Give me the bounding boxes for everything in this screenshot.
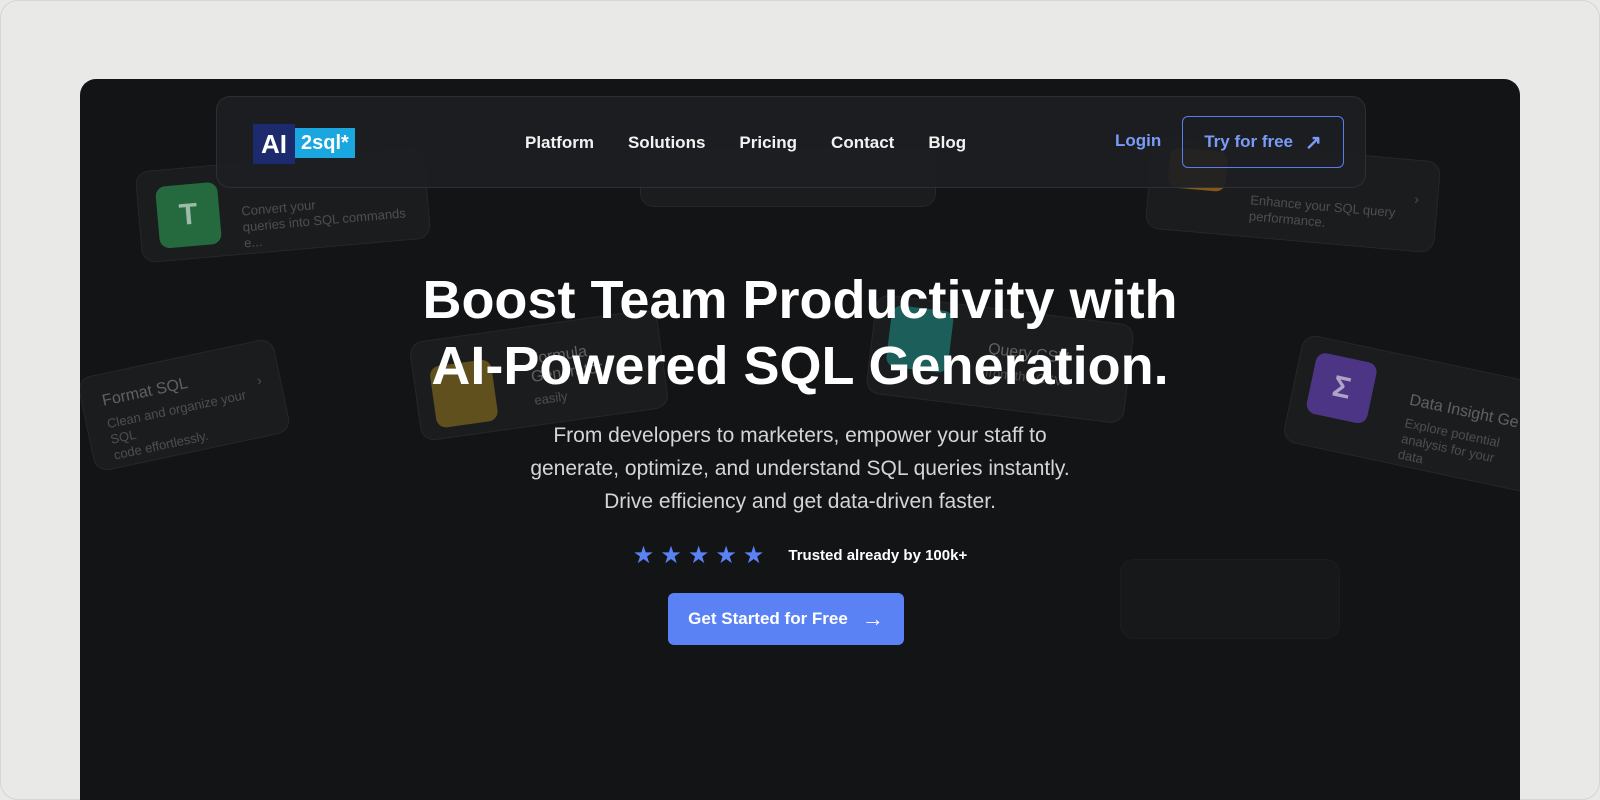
chevron-right-icon: › (1413, 190, 1420, 207)
hero-description-line2: generate, optimize, and understand SQL q… (530, 457, 1070, 480)
logo-2sql: 2sql* (295, 128, 355, 158)
arrow-right-icon: → (861, 606, 884, 631)
login-link[interactable]: Login (1115, 131, 1161, 151)
hero-heading-line2: AI-Powered SQL Generation. (431, 336, 1169, 396)
hero-heading: Boost Team Productivity with AI-Powered … (80, 267, 1520, 399)
star-icon: ★ (660, 542, 682, 569)
top-navbar: AI 2sql* Platform Solutions Pricing Cont… (216, 96, 1366, 188)
text-icon: T (154, 181, 223, 249)
star-icon: ★ (687, 542, 710, 569)
hero-description-line1: From developers to marketers, empower yo… (553, 424, 1047, 447)
logo[interactable]: AI 2sql* (253, 124, 355, 164)
rating-stars: ★ ★ ★ ★ ★ (633, 541, 771, 570)
get-started-button[interactable]: Get Started for Free → (668, 593, 904, 645)
website-screen: T Convert your queries into SQL commands… (80, 79, 1520, 800)
nav-link-pricing[interactable]: Pricing (739, 133, 797, 153)
bg-card-bottom-right (1120, 559, 1340, 639)
star-icon: ★ (715, 542, 737, 569)
nav-link-contact[interactable]: Contact (831, 133, 894, 153)
trust-row: ★ ★ ★ ★ ★ Trusted already by 100k+ (80, 541, 1520, 570)
nav-menu: Platform Solutions Pricing Contact Blog (525, 97, 1000, 189)
try-for-free-button[interactable]: Try for free ↗ (1182, 116, 1344, 168)
logo-ai: AI (253, 124, 295, 164)
star-icon: ★ (742, 542, 765, 569)
try-for-free-label: Try for free (1204, 132, 1294, 151)
nav-link-platform[interactable]: Platform (525, 133, 594, 153)
hero-description-line3: Drive efficiency and get data-driven fas… (604, 490, 996, 513)
arrow-up-right-icon: ↗ (1305, 131, 1322, 154)
nav-link-solutions[interactable]: Solutions (628, 133, 705, 153)
star-icon: ★ (632, 542, 655, 569)
nav-link-blog[interactable]: Blog (928, 133, 966, 153)
trust-text: Trusted already by 100k+ (788, 547, 968, 564)
hero-description: From developers to marketers, empower yo… (80, 419, 1520, 518)
hero-heading-line1: Boost Team Productivity with (422, 270, 1178, 330)
get-started-label: Get Started for Free (688, 609, 848, 628)
